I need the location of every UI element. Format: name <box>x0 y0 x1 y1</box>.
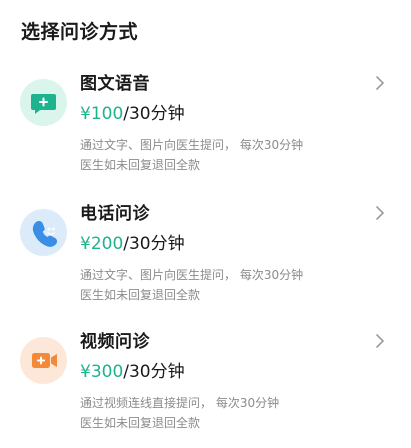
price-row: ¥100/30分钟 <box>80 102 185 126</box>
price-value: ¥100 <box>80 104 124 124</box>
description-line: 通过文字、图片向医生提问， 每次30分钟 <box>80 138 304 152</box>
chevron-right-icon <box>376 76 384 90</box>
price-row: ¥300/30分钟 <box>80 360 185 384</box>
option-title: 电话问诊 <box>80 204 150 224</box>
page-title: 选择问诊方式 <box>21 21 139 43</box>
option-description: 通过视频连线直接提问， 每次30分钟 医生如未回复退回全款 <box>80 393 279 433</box>
price-unit: /30分钟 <box>123 362 185 382</box>
chevron-right-icon <box>376 334 384 348</box>
option-title: 图文语音 <box>80 74 150 94</box>
description-line: 通过文字、图片向医生提问， 每次30分钟 <box>80 268 304 282</box>
description-line: 通过视频连线直接提问， 每次30分钟 <box>80 396 280 410</box>
option-title: 视频问诊 <box>80 332 150 352</box>
option-description: 通过文字、图片向医生提问， 每次30分钟 医生如未回复退回全款 <box>80 135 303 175</box>
chevron-right-icon <box>376 206 384 220</box>
description-line: 医生如未回复退回全款 <box>80 416 201 430</box>
price-unit: /30分钟 <box>123 104 185 124</box>
price-value: ¥200 <box>80 234 124 254</box>
chat-message-icon <box>20 79 67 126</box>
description-line: 医生如未回复退回全款 <box>80 158 201 172</box>
video-camera-icon <box>20 337 67 384</box>
consult-option-phone[interactable]: 电话问诊 ¥200/30分钟 通过文字、图片向医生提问， 每次30分钟 医生如未… <box>0 200 411 320</box>
price-row: ¥200/30分钟 <box>80 232 185 256</box>
option-description: 通过文字、图片向医生提问， 每次30分钟 医生如未回复退回全款 <box>80 265 303 305</box>
price-unit: /30分钟 <box>123 234 185 254</box>
description-line: 医生如未回复退回全款 <box>80 288 201 302</box>
consult-option-video[interactable]: 视频问诊 ¥300/30分钟 通过视频连线直接提问， 每次30分钟 医生如未回复… <box>0 328 411 448</box>
price-value: ¥300 <box>80 362 124 382</box>
phone-icon <box>20 209 67 256</box>
consult-option-text-voice[interactable]: 图文语音 ¥100/30分钟 通过文字、图片向医生提问， 每次30分钟 医生如未… <box>0 70 411 190</box>
